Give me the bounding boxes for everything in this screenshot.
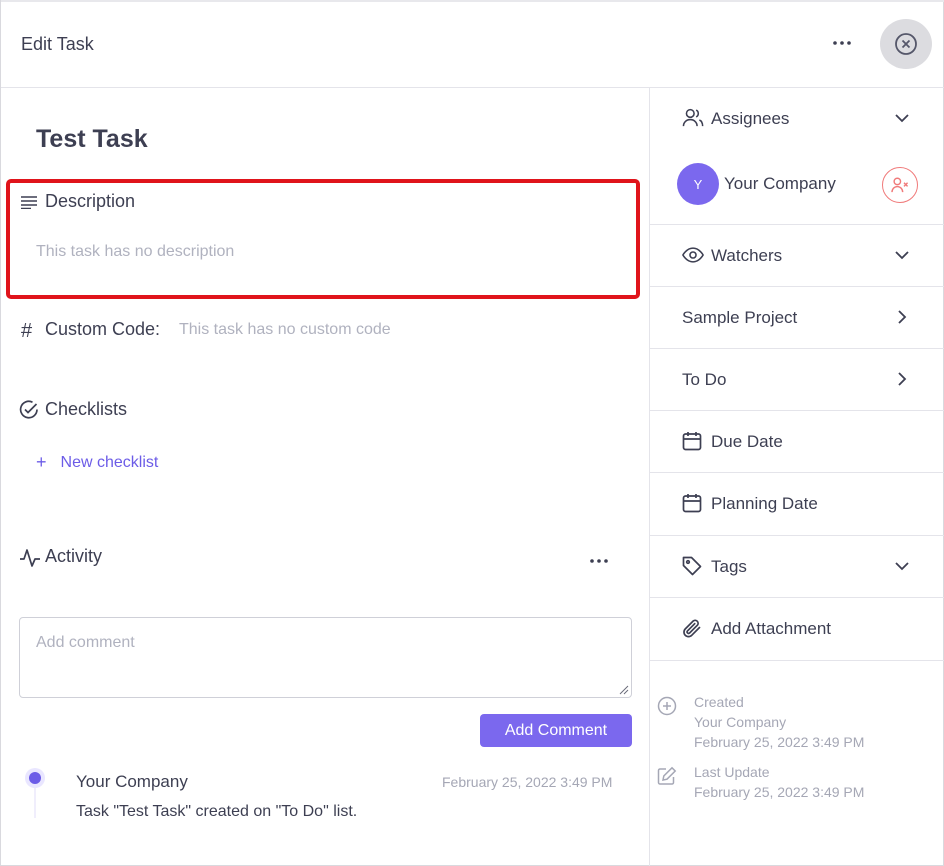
chevron-down-icon	[895, 562, 909, 571]
attachment-row[interactable]: Add Attachment	[650, 598, 944, 661]
new-checklist-button[interactable]: + New checklist	[36, 452, 158, 473]
align-left-icon	[21, 196, 37, 209]
watchers-row[interactable]: Watchers	[650, 225, 944, 287]
updated-label: Last Update	[694, 764, 770, 780]
edit-icon	[657, 766, 677, 785]
status-label: To Do	[682, 370, 727, 389]
eye-icon	[682, 247, 704, 263]
paperclip-icon	[683, 619, 701, 638]
project-row[interactable]: Sample Project	[650, 287, 944, 349]
comment-input[interactable]	[19, 617, 632, 698]
modal-title: Edit Task	[21, 34, 94, 54]
updated-meta: Last Update February 25, 2022 3:49 PM	[694, 762, 864, 802]
check-circle-icon	[19, 400, 38, 419]
project-label: Sample Project	[682, 308, 798, 327]
task-title[interactable]: Test Task	[36, 125, 148, 154]
remove-assignee-button[interactable]	[882, 167, 918, 203]
plus-icon: +	[36, 452, 47, 472]
plus-circle-icon	[657, 696, 677, 716]
tags-label: Tags	[711, 557, 747, 576]
more-horizontal-icon	[833, 41, 851, 45]
task-sidebar: Assignees Y Your Company Watchers Sample…	[649, 88, 944, 866]
status-row[interactable]: To Do	[650, 349, 944, 411]
chevron-right-icon	[898, 372, 907, 386]
tag-icon	[682, 556, 702, 576]
resize-grip-icon[interactable]	[619, 685, 629, 695]
main-panel: Test Task Description This task has no d…	[1, 88, 649, 866]
timeline-dot	[25, 768, 45, 788]
created-meta: Created Your Company February 25, 2022 3…	[694, 692, 864, 752]
created-user: Your Company	[694, 714, 787, 730]
users-icon	[682, 108, 704, 127]
activity-more-button[interactable]	[585, 548, 613, 574]
created-time: February 25, 2022 3:49 PM	[694, 734, 865, 750]
add-comment-button[interactable]: Add Comment	[480, 714, 632, 747]
checklists-label: Checklists	[45, 399, 128, 419]
activity-text: Task "Test Task" created on "To Do" list…	[76, 803, 358, 820]
due-date-label: Due Date	[711, 432, 783, 451]
activity-icon	[20, 549, 40, 567]
calendar-icon	[682, 494, 702, 513]
activity-user: Your Company	[76, 772, 188, 791]
planning-date-label: Planning Date	[711, 494, 818, 513]
tags-row[interactable]: Tags	[650, 536, 944, 598]
chevron-down-icon[interactable]	[894, 109, 910, 127]
description-placeholder[interactable]: This task has no description	[36, 243, 234, 261]
hash-icon: #	[21, 320, 33, 342]
edit-task-modal: Edit Task Test Task Description This tas…	[0, 0, 944, 866]
assignees-section: Assignees Y Your Company	[650, 88, 944, 225]
description-label: Description	[45, 191, 136, 211]
assignee-name: Your Company	[724, 174, 836, 193]
created-label: Created	[694, 694, 744, 710]
chevron-right-icon	[898, 310, 907, 324]
planning-date-row[interactable]: Planning Date	[650, 473, 944, 536]
close-button[interactable]	[880, 19, 932, 69]
more-horizontal-icon	[590, 559, 608, 563]
activity-time: February 25, 2022 3:49 PM	[442, 774, 613, 790]
activity-label: Activity	[45, 546, 103, 566]
timeline-line	[34, 788, 36, 818]
chevron-down-icon	[895, 251, 909, 260]
user-remove-icon	[891, 177, 909, 193]
avatar: Y	[677, 163, 719, 205]
custom-code-label: Custom Code:	[45, 319, 161, 339]
watchers-label: Watchers	[711, 246, 783, 265]
custom-code-placeholder[interactable]: This task has no custom code	[179, 321, 391, 339]
due-date-row[interactable]: Due Date	[650, 411, 944, 473]
close-circle-icon	[895, 33, 917, 55]
assignees-label: Assignees	[711, 109, 790, 128]
calendar-icon	[682, 432, 702, 451]
more-options-button[interactable]	[827, 30, 857, 56]
new-checklist-label: New checklist	[60, 453, 159, 471]
modal-header: Edit Task	[1, 0, 944, 88]
attachment-label: Add Attachment	[711, 619, 832, 638]
updated-time: February 25, 2022 3:49 PM	[694, 784, 865, 800]
